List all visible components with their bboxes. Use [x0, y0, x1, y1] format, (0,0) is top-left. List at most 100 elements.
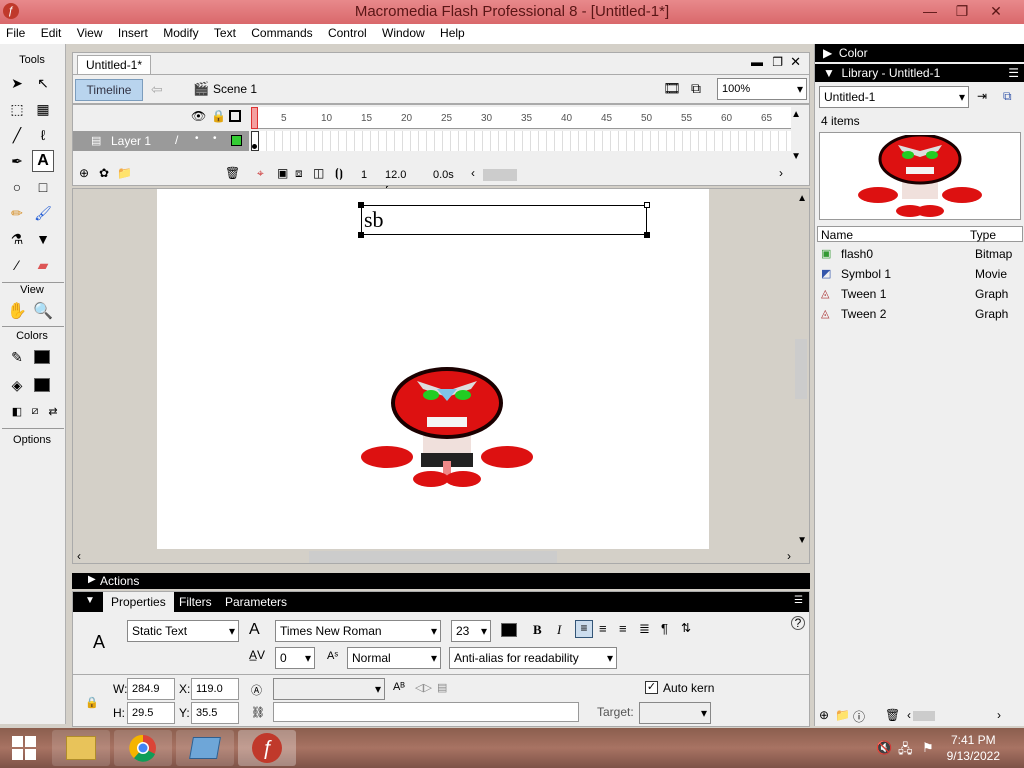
generic-app-task[interactable]: [176, 730, 234, 766]
menu-view[interactable]: View: [71, 24, 109, 42]
lock-size-icon[interactable]: 🔒: [85, 696, 99, 709]
new-symbol-icon[interactable]: ⊕: [819, 708, 829, 722]
stroke-color-icon[interactable]: ✎: [6, 346, 28, 368]
start-button[interactable]: [0, 730, 48, 766]
menu-control[interactable]: Control: [322, 24, 373, 42]
menu-text[interactable]: Text: [208, 24, 242, 42]
network-icon[interactable]: 🖧: [898, 740, 913, 762]
stroke-color-swatch[interactable]: [34, 350, 50, 364]
fill-color-swatch[interactable]: [34, 378, 50, 392]
swap-colors-icon[interactable]: ⇄: [42, 400, 64, 422]
library-item[interactable]: ◬ Tween 2 Graph: [817, 304, 1023, 324]
timeline-scroll-down-icon[interactable]: ▼: [791, 151, 801, 162]
text-type-select[interactable]: Static Text: [127, 620, 239, 642]
align-center-icon[interactable]: ≡: [599, 621, 607, 636]
anti-alias-select[interactable]: Anti-alias for readability: [449, 647, 617, 669]
doc-close-icon[interactable]: ✕: [790, 54, 801, 70]
stage-text-field[interactable]: sb: [361, 205, 647, 235]
y-field[interactable]: 35.5: [191, 702, 239, 724]
layer-color-box[interactable]: [231, 135, 242, 146]
layer-row[interactable]: ▤ Layer 1 / • •: [73, 131, 249, 151]
system-clock[interactable]: 7:41 PM 9/13/2022: [947, 732, 1000, 764]
subselection-tool-icon[interactable]: ↖: [32, 72, 54, 94]
onion-skin-icon[interactable]: ▣: [277, 166, 288, 180]
center-frame-icon[interactable]: ⌖: [257, 166, 264, 181]
file-explorer-task[interactable]: [52, 730, 110, 766]
lock-dot[interactable]: •: [213, 133, 217, 144]
onion-outline-icon[interactable]: ⧈: [295, 166, 303, 181]
rectangle-tool-icon[interactable]: □: [32, 176, 54, 198]
text-handle-bl[interactable]: [358, 232, 364, 238]
menu-help[interactable]: Help: [434, 24, 471, 42]
robot-character[interactable]: [361, 367, 533, 491]
text-handle-br[interactable]: [644, 232, 650, 238]
menu-commands[interactable]: Commands: [245, 24, 318, 42]
stage-hscroll-left-icon[interactable]: ‹: [77, 549, 81, 563]
lock-icon[interactable]: 🔒: [211, 109, 226, 123]
actions-panel-header[interactable]: ▶ Actions: [72, 573, 810, 589]
library-scroll-left-icon[interactable]: ‹: [907, 708, 911, 722]
ink-bottle-icon[interactable]: ⚗: [6, 228, 28, 250]
properties-icon[interactable]: ⓘ: [853, 708, 865, 725]
x-field[interactable]: 119.0: [191, 678, 239, 700]
color-panel-header[interactable]: ▶ Color: [815, 44, 1024, 62]
paint-bucket-icon[interactable]: ▼: [32, 228, 54, 250]
document-tab[interactable]: Untitled-1*: [77, 55, 152, 74]
text-handle-tr[interactable]: [644, 202, 650, 208]
pin-library-icon[interactable]: ⇥: [977, 89, 987, 103]
timeline-scroll-left-icon[interactable]: ‹: [471, 166, 475, 180]
motion-guide-icon[interactable]: ✿: [99, 166, 109, 180]
fill-color-icon[interactable]: ◈: [6, 374, 28, 396]
edit-scene-icon[interactable]: 🎞: [663, 80, 681, 97]
insert-layer-icon[interactable]: ⊕: [79, 166, 89, 180]
timeline-toggle-button[interactable]: Timeline: [75, 79, 143, 101]
menu-file[interactable]: File: [0, 24, 31, 42]
paragraph-icon[interactable]: ¶: [661, 621, 668, 636]
chrome-task[interactable]: [114, 730, 172, 766]
font-size-select[interactable]: 23: [451, 620, 491, 642]
align-right-icon[interactable]: ≡: [619, 621, 627, 636]
zoom-select[interactable]: 100%: [717, 78, 807, 100]
text-color-swatch[interactable]: [501, 623, 517, 637]
fill-transform-icon[interactable]: ▦: [32, 98, 54, 120]
text-handle-tl[interactable]: [358, 202, 364, 208]
stage-hscroll-right-icon[interactable]: ›: [787, 549, 791, 563]
onion-markers-icon[interactable]: ⦗⦘: [335, 166, 343, 181]
stage-vscroll-thumb[interactable]: [795, 339, 807, 399]
new-folder-icon[interactable]: 📁: [835, 708, 850, 722]
playhead[interactable]: [251, 107, 258, 129]
free-transform-icon[interactable]: ⬚: [6, 98, 28, 120]
menu-window[interactable]: Window: [376, 24, 431, 42]
justify-icon[interactable]: ≣: [639, 621, 650, 637]
name-column-header[interactable]: Name: [821, 228, 853, 242]
text-direction-icon[interactable]: ⇅: [681, 621, 691, 635]
frame-ruler[interactable]: 5 10 15 20 25 30 35 40 45 50 55 60 65: [251, 107, 791, 129]
delete-layer-icon[interactable]: 🗑: [225, 166, 240, 180]
back-arrow-icon[interactable]: ⇦: [151, 81, 163, 98]
library-scroll-right-icon[interactable]: ›: [997, 708, 1001, 722]
stage-hscroll-thumb[interactable]: [309, 551, 557, 563]
close-icon[interactable]: ✕: [980, 2, 1012, 20]
menu-insert[interactable]: Insert: [112, 24, 154, 42]
outline-icon[interactable]: [229, 110, 241, 122]
pen-tool-icon[interactable]: ✒: [6, 150, 28, 172]
edit-multiple-icon[interactable]: ◫: [313, 166, 324, 180]
instance-select[interactable]: [273, 678, 385, 700]
type-column-header[interactable]: Type: [970, 228, 996, 242]
width-field[interactable]: 284.9: [127, 678, 175, 700]
stage-vscroll-down-icon[interactable]: ▼: [797, 535, 807, 546]
library-hscroll-thumb[interactable]: [913, 711, 935, 721]
pencil-tool-icon[interactable]: ✏: [6, 202, 28, 224]
flash-task[interactable]: ƒ: [238, 730, 296, 766]
library-item[interactable]: ◩ Symbol 1 Movie: [817, 264, 1023, 284]
doc-restore-icon[interactable]: ❐: [772, 55, 783, 69]
timeline-hscroll-thumb[interactable]: [483, 169, 517, 181]
collapse-arrow-icon[interactable]: ▼: [85, 595, 95, 606]
lasso-tool-icon[interactable]: ℓ: [32, 124, 54, 146]
tab-filters[interactable]: Filters: [179, 595, 212, 609]
timeline-scroll-up-icon[interactable]: ▲: [791, 109, 801, 120]
tab-parameters[interactable]: Parameters: [225, 595, 287, 609]
text-tool-icon[interactable]: A: [32, 150, 54, 172]
line-tool-icon[interactable]: ╱: [6, 124, 28, 146]
delete-item-icon[interactable]: 🗑: [885, 708, 900, 722]
